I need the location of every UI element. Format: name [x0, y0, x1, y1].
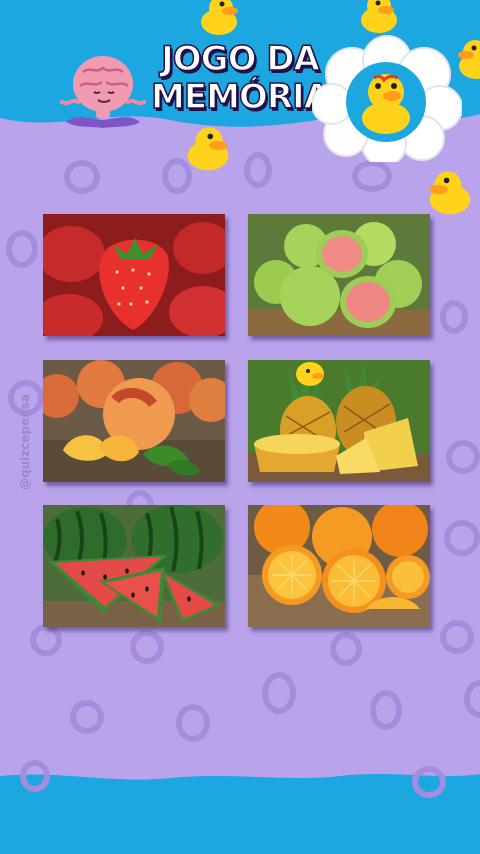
- orange-card-icon: [248, 505, 430, 627]
- ring-decoration: [64, 160, 100, 194]
- duck-icon: [429, 171, 471, 215]
- game-title: JOGO DA MEMÓRIA: [150, 39, 330, 117]
- meditating-brain-icon: [60, 56, 146, 128]
- peach-card-icon: [43, 360, 225, 482]
- ring-decoration: [70, 700, 104, 734]
- ring-decoration: [412, 766, 446, 798]
- memory-card-strawberry[interactable]: [43, 214, 225, 336]
- duck-icon: [361, 0, 397, 33]
- pineapple-card-icon: [248, 360, 430, 482]
- title-line-2: MEMÓRIA: [150, 77, 330, 117]
- duck-icon: [187, 127, 229, 171]
- memory-card-orange[interactable]: [248, 505, 430, 627]
- memory-card-peach[interactable]: [43, 360, 225, 482]
- duck-icon: [458, 40, 480, 79]
- ring-decoration: [330, 632, 362, 666]
- duck-cloud-icon: [312, 35, 462, 162]
- memory-card-watermelon[interactable]: [43, 505, 225, 627]
- ring-decoration: [444, 520, 480, 556]
- title-line-1: JOGO DA: [160, 39, 320, 79]
- duck-icon: [201, 0, 238, 35]
- ring-decoration: [176, 704, 210, 742]
- footer-band: [0, 774, 480, 854]
- ring-decoration: [370, 690, 402, 730]
- strawberry-card-icon: [43, 214, 225, 336]
- ring-decoration: [262, 672, 296, 714]
- ring-decoration: [440, 300, 468, 334]
- ring-decoration: [6, 230, 38, 268]
- guava-card-icon: [248, 214, 430, 336]
- ring-decoration: [440, 620, 474, 654]
- ring-decoration: [130, 630, 164, 664]
- ring-decoration: [446, 440, 480, 474]
- ring-decoration: [30, 624, 62, 656]
- ring-decoration: [20, 760, 50, 792]
- memory-card-pineapple[interactable]: [248, 360, 430, 482]
- watermark: @quizcepensa: [18, 394, 32, 490]
- ring-decoration: [244, 152, 272, 188]
- memory-card-guava[interactable]: [248, 214, 430, 336]
- watermelon-card-icon: [43, 505, 225, 627]
- ring-decoration: [352, 160, 392, 192]
